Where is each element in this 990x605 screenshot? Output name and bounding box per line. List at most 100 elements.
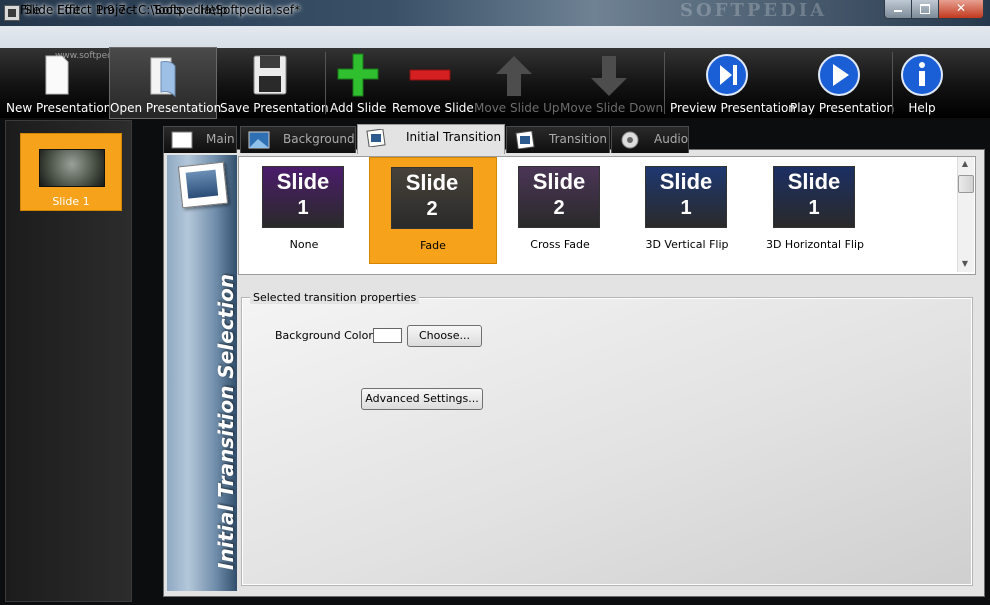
open-presentation-button[interactable]: Open Presentation xyxy=(109,47,222,119)
tab-background[interactable]: Background xyxy=(240,126,356,153)
slide-picture-icon xyxy=(515,131,535,149)
tab-initial-transition[interactable]: Initial Transition xyxy=(357,124,505,154)
tab-audio-label: Audio xyxy=(654,132,689,146)
scrollbar-thumb[interactable] xyxy=(958,175,974,193)
scroll-up-arrow-icon[interactable]: ▲ xyxy=(958,159,972,171)
transition-option[interactable]: Slide 1 None xyxy=(241,157,367,262)
transition-option-label: 3D Vertical Flip xyxy=(645,238,729,251)
tab-transition-label: Transition xyxy=(549,132,608,146)
slide-thumbnail-label: Slide 1 xyxy=(52,195,90,208)
transition-preview-image: Slide 1 xyxy=(773,166,855,228)
choose-color-button[interactable]: Choose... xyxy=(407,325,482,347)
maximize-button[interactable] xyxy=(911,0,939,19)
slide-thumbnail-image xyxy=(39,149,105,187)
transition-preview-word: Slide xyxy=(532,169,586,194)
preview-presentation-button[interactable]: Preview Presentation xyxy=(670,48,796,118)
transition-option[interactable]: Slide 2 Cross Fade xyxy=(497,157,623,262)
menu-project[interactable]: Project xyxy=(96,3,137,17)
transition-preview-image: Slide 1 xyxy=(262,166,344,228)
close-button[interactable]: ✕ xyxy=(938,0,984,19)
menu-bar xyxy=(0,26,990,49)
picture-icon xyxy=(248,131,270,149)
open-presentation-label: Open Presentation xyxy=(110,101,222,115)
transition-option[interactable]: Slide 2 Fade xyxy=(369,157,497,264)
new-presentation-label: New Presentation xyxy=(6,101,112,115)
help-button[interactable]: Help xyxy=(897,48,947,118)
side-banner-title: Initial Transition Selection xyxy=(214,273,238,570)
toolbar-separator xyxy=(892,52,893,114)
move-slide-up-label: Move Slide Up xyxy=(474,101,560,115)
tab-transition[interactable]: Transition xyxy=(506,126,610,153)
save-presentation-button[interactable]: Save Presentation xyxy=(220,48,329,118)
menu-help[interactable]: Help xyxy=(200,3,227,17)
minimize-icon xyxy=(894,10,902,12)
open-folder-icon xyxy=(150,57,176,98)
play-icon xyxy=(818,54,860,96)
new-presentation-button[interactable]: New Presentation xyxy=(6,48,112,118)
background-color-swatch[interactable] xyxy=(373,328,402,343)
menu-edit[interactable]: Edit xyxy=(57,3,80,17)
minus-icon xyxy=(409,69,451,81)
transition-preview-word: Slide xyxy=(659,169,713,194)
window-icon xyxy=(171,131,193,149)
transition-option-label: 3D Horizontal Flip xyxy=(765,238,865,251)
transition-option-label: Cross Fade xyxy=(530,238,590,251)
tab-background-label: Background xyxy=(283,132,355,146)
close-icon: ✕ xyxy=(955,1,967,15)
add-slide-label: Add Slide xyxy=(330,101,387,115)
app-icon[interactable] xyxy=(4,5,20,21)
plus-icon xyxy=(337,53,379,97)
play-presentation-button[interactable]: Play Presentation xyxy=(790,48,895,118)
tab-main[interactable]: Main xyxy=(163,126,237,153)
slide-thumbnail-item[interactable]: Slide 1 xyxy=(20,133,122,211)
transition-option[interactable]: Slide 1 3D Horizontal Flip xyxy=(752,157,878,262)
arrow-up-icon xyxy=(496,56,532,96)
slide-picture-icon xyxy=(366,129,386,147)
transition-option-label: None xyxy=(289,238,319,251)
transition-preview-word: Slide xyxy=(405,170,459,195)
transition-preview-number: 2 xyxy=(553,197,565,219)
arrow-down-icon xyxy=(591,56,627,96)
preview-presentation-label: Preview Presentation xyxy=(670,101,796,115)
blank-page-icon xyxy=(45,55,69,95)
tab-initial-transition-label: Initial Transition xyxy=(406,130,502,144)
tab-main-label: Main xyxy=(206,132,235,146)
play-presentation-label: Play Presentation xyxy=(790,101,895,115)
transition-preview-word: Slide xyxy=(276,169,330,194)
floppy-disk-icon xyxy=(253,55,287,95)
transition-option-label: Fade xyxy=(420,239,446,252)
transition-preview-number: 2 xyxy=(426,198,438,220)
toolbar-separator xyxy=(325,52,326,114)
transition-preview-word: Slide xyxy=(787,169,841,194)
info-icon xyxy=(901,54,943,96)
remove-slide-label: Remove Slide xyxy=(392,101,474,115)
transition-preview-number: 1 xyxy=(680,197,692,219)
tab-audio[interactable]: Audio xyxy=(611,126,689,153)
remove-slide-button[interactable]: Remove Slide xyxy=(392,48,474,118)
maximize-icon xyxy=(920,4,930,14)
speaker-icon xyxy=(621,131,639,149)
transition-picture-icon xyxy=(177,161,229,209)
watermark: SOFTPEDIA xyxy=(680,0,828,21)
help-label: Help xyxy=(908,101,936,115)
transition-preview-number: 1 xyxy=(808,197,820,219)
scroll-down-arrow-icon[interactable]: ▼ xyxy=(958,259,972,271)
properties-group-title: Selected transition properties xyxy=(250,291,420,304)
skip-forward-icon xyxy=(706,54,748,96)
transition-option[interactable]: Slide 1 3D Vertical Flip xyxy=(624,157,750,262)
minimize-button[interactable] xyxy=(884,0,912,19)
move-slide-down-button[interactable]: Move Slide Down xyxy=(560,48,664,118)
save-presentation-label: Save Presentation xyxy=(220,101,329,115)
move-slide-up-button[interactable]: Move Slide Up xyxy=(474,48,560,118)
transition-preview-image: Slide 1 xyxy=(645,166,727,228)
menu-tools[interactable]: Tools xyxy=(153,3,183,17)
background-color-label: Background Color: xyxy=(275,329,377,342)
transition-preview-number: 1 xyxy=(297,197,309,219)
toolbar-separator xyxy=(664,52,665,114)
move-slide-down-label: Move Slide Down xyxy=(560,101,664,115)
add-slide-button[interactable]: Add Slide xyxy=(330,48,386,118)
advanced-settings-button[interactable]: Advanced Settings... xyxy=(361,388,483,410)
menu-file[interactable]: File xyxy=(20,3,40,17)
transition-preview-image: Slide 2 xyxy=(391,167,473,229)
transition-preview-image: Slide 2 xyxy=(518,166,600,228)
